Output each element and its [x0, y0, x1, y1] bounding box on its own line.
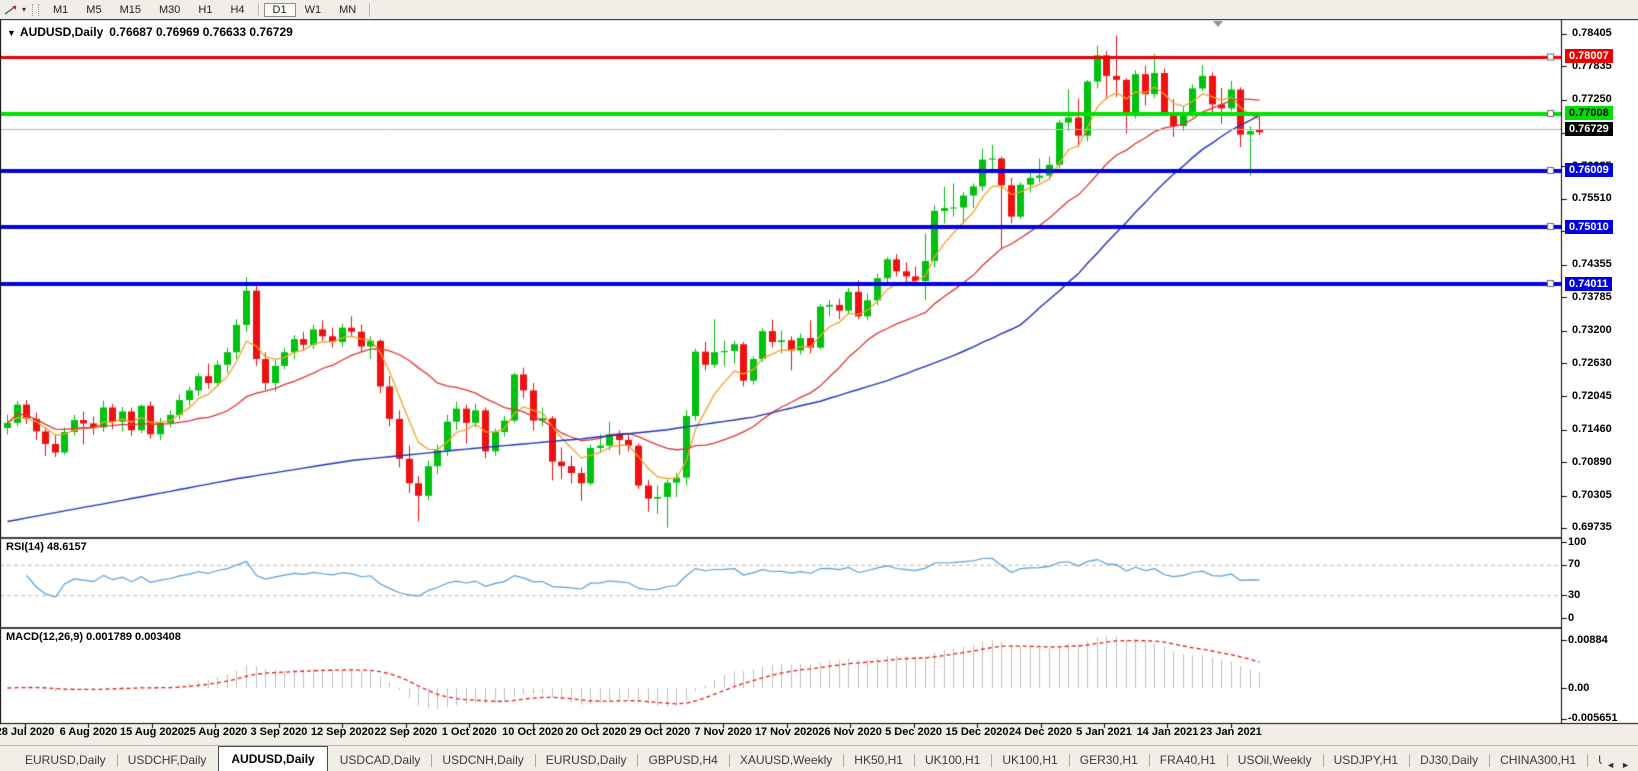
- date-tick-label: 22 Sep 2020: [374, 726, 437, 738]
- date-tick-label: 5 Jan 2021: [1076, 726, 1132, 738]
- date-tick-label: 24 Dec 2020: [1009, 726, 1072, 738]
- date-tick-label: 10 Oct 2020: [502, 726, 563, 738]
- chart-tab-bar: EURUSD,DailyUSDCHF,DailyAUDUSD,DailyUSDC…: [0, 745, 1638, 771]
- tab-scroll-left-icon[interactable]: ◄: [1606, 760, 1615, 770]
- timeframe-button-H4[interactable]: H4: [221, 3, 253, 17]
- timeframe-toolbar: ▾ M1M5M15M30H1H4 D1W1MN: [0, 0, 1638, 19]
- rsi-tick-label: 100: [1568, 536, 1586, 548]
- tool-dropdown-caret-icon[interactable]: ▾: [21, 5, 30, 14]
- price-level-badge: 0.78007: [1565, 49, 1613, 63]
- price-tick-label: 0.69735: [1572, 521, 1612, 533]
- chart-tab-UK100-H1[interactable]: UK100,H1: [914, 749, 991, 771]
- tab-scroll-right-icon[interactable]: ►: [1621, 760, 1630, 770]
- chart-tab-USDCHF-Daily[interactable]: USDCHF,Daily: [117, 749, 218, 771]
- timeframe-button-M30[interactable]: M30: [150, 3, 189, 17]
- timeframe-button-M5[interactable]: M5: [77, 3, 110, 17]
- price-level-badge: 0.77008: [1565, 106, 1613, 120]
- price-tick-label: 0.73785: [1572, 291, 1612, 303]
- price-tick-label: 0.71460: [1572, 423, 1612, 435]
- price-level-badge: 0.74011: [1565, 277, 1612, 291]
- date-tick-label: 1 Oct 2020: [442, 726, 497, 738]
- trading-platform-window: ▾ M1M5M15M30H1H4 D1W1MN ▼ AUDUSD,Daily 0.76…: [0, 0, 1638, 771]
- chart-tab-US[interactable]: US: [1587, 749, 1602, 771]
- rsi-tick-label: 0: [1568, 612, 1574, 624]
- date-tick-label: 28 Jul 2020: [0, 726, 54, 738]
- chart-tab-EURUSD-Daily[interactable]: EURUSD,Daily: [14, 749, 117, 771]
- date-tick-label: 3 Sep 2020: [250, 726, 307, 738]
- date-tick-label: 5 Dec 2020: [885, 726, 942, 738]
- timeframe-button-M1[interactable]: M1: [44, 3, 77, 17]
- price-level-badge: 0.76009: [1565, 163, 1613, 177]
- date-tick-label: 6 Aug 2020: [60, 726, 118, 738]
- chart-tab-XAUUSD-Weekly[interactable]: XAUUSD,Weekly: [729, 749, 843, 771]
- price-tick-label: 0.72045: [1572, 390, 1612, 402]
- price-tick-label: 0.70305: [1572, 489, 1612, 501]
- chart-tab-AUDUSD-Daily[interactable]: AUDUSD,Daily: [218, 746, 327, 771]
- price-tick-label: 0.73200: [1572, 324, 1612, 336]
- date-tick-label: 14 Jan 2021: [1137, 726, 1199, 738]
- macd-tick-label: 0.00884: [1568, 634, 1608, 646]
- toolbar-separator: [258, 3, 260, 17]
- date-tick-label: 15 Dec 2020: [946, 726, 1009, 738]
- chart-tab-USDJPY-H1[interactable]: USDJPY,H1: [1323, 749, 1409, 771]
- chart-tab-GBPUSD-H4[interactable]: GBPUSD,H4: [637, 749, 728, 771]
- macd-tick-label: 0.00: [1568, 682, 1589, 694]
- timeframe-button-M15[interactable]: M15: [111, 3, 150, 17]
- chart-tab-EURUSD-Daily[interactable]: EURUSD,Daily: [535, 749, 638, 771]
- chart-tab-FRA40-H1[interactable]: FRA40,H1: [1149, 749, 1227, 771]
- date-tick-label: 15 Aug 2020: [120, 726, 184, 738]
- chart-tab-HK50-H1[interactable]: HK50,H1: [843, 749, 914, 771]
- chart-tab-GER30-H1[interactable]: GER30,H1: [1069, 749, 1149, 771]
- trendline-tool-icon[interactable]: [0, 4, 21, 16]
- toolbar-grip[interactable]: [32, 4, 39, 16]
- chart-title: ▼ AUDUSD,Daily 0.76687 0.76969 0.76633 0.7…: [7, 25, 293, 39]
- date-tick-label: 20 Oct 2020: [566, 726, 627, 738]
- price-tick-label: 0.75510: [1572, 192, 1612, 204]
- date-tick-label: 25 Aug 2020: [184, 726, 248, 738]
- timeframe-button-D1[interactable]: D1: [264, 3, 296, 17]
- price-level-badge: 0.76729: [1565, 122, 1613, 136]
- timeframe-button-H1[interactable]: H1: [189, 3, 221, 17]
- date-tick-label: 17 Nov 2020: [755, 726, 819, 738]
- chart-symbol-label: AUDUSD,Daily: [20, 25, 103, 39]
- date-tick-label: 23 Jan 2021: [1200, 726, 1262, 738]
- chart-tab-USDCAD-Daily[interactable]: USDCAD,Daily: [329, 749, 432, 771]
- toolbar-separator: [369, 3, 371, 17]
- date-tick-label: 7 Nov 2020: [694, 726, 751, 738]
- chart-tab-DJ30-Daily[interactable]: DJ30,Daily: [1409, 749, 1489, 771]
- chart-ohlc-values: 0.76687 0.76969 0.76633 0.76729: [109, 25, 293, 39]
- chart-tab-UK100-H1[interactable]: UK100,H1: [991, 749, 1068, 771]
- price-tick-label: 0.70890: [1572, 456, 1612, 468]
- macd-tick-label: -0.005651: [1568, 712, 1618, 724]
- rsi-indicator-label: RSI(14) 48.6157: [6, 541, 87, 553]
- price-tick-label: 0.74355: [1572, 258, 1612, 270]
- timeframe-button-MN[interactable]: MN: [330, 3, 365, 17]
- date-tick-label: 26 Nov 2020: [818, 726, 882, 738]
- chart-canvas[interactable]: [0, 0, 1638, 771]
- price-tick-label: 0.72630: [1572, 357, 1612, 369]
- rsi-tick-label: 30: [1568, 589, 1580, 601]
- date-tick-label: 12 Sep 2020: [311, 726, 374, 738]
- chart-tab-CHINA300-H1[interactable]: CHINA300,H1: [1489, 749, 1587, 771]
- chart-tab-USDCNH-Daily[interactable]: USDCNH,Daily: [431, 749, 534, 771]
- price-level-badge: 0.75010: [1565, 220, 1613, 234]
- macd-indicator-label: MACD(12,26,9) 0.001789 0.003408: [6, 631, 181, 643]
- chart-tab-USOil-Weekly[interactable]: USOil,Weekly: [1227, 749, 1323, 771]
- price-tick-label: 0.78405: [1572, 27, 1612, 39]
- symbol-dropdown-icon[interactable]: ▼: [7, 28, 16, 38]
- date-tick-label: 29 Oct 2020: [629, 726, 690, 738]
- timeframe-button-W1[interactable]: W1: [296, 3, 331, 17]
- price-tick-label: 0.77250: [1572, 93, 1612, 105]
- rsi-tick-label: 70: [1568, 558, 1580, 570]
